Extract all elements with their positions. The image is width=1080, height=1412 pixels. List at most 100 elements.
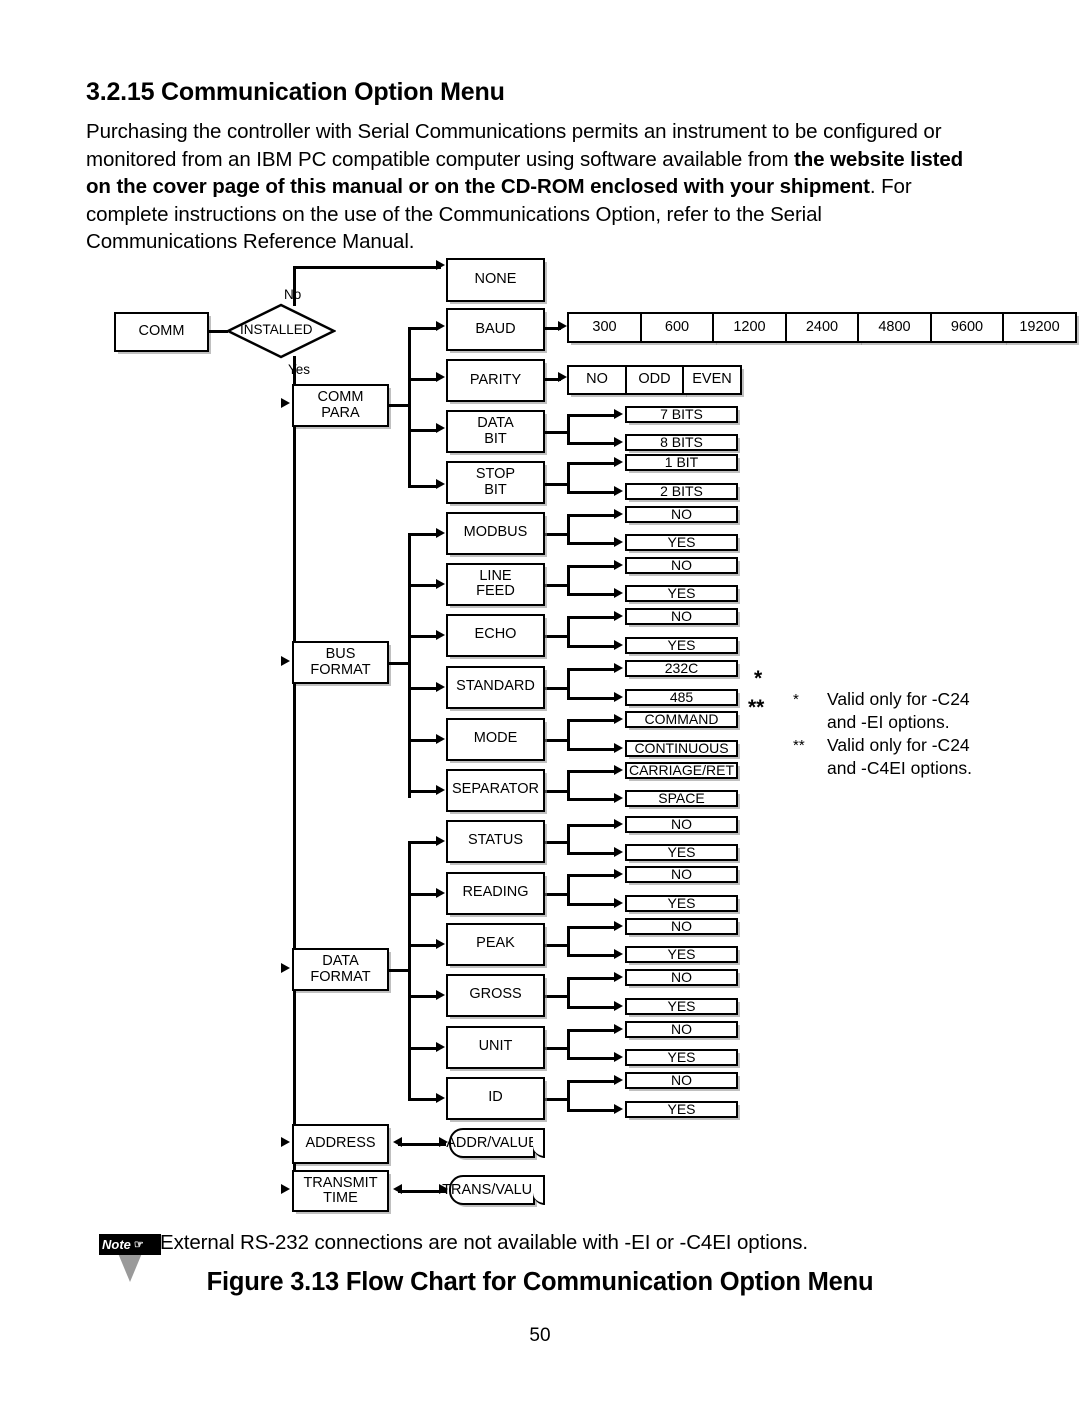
fork-arrow (614, 536, 623, 547)
fork-arrow (614, 818, 623, 829)
fork-arm (567, 414, 617, 417)
line-to-reading (408, 893, 438, 896)
node-addr-value: ADDR/VALUE (446, 1128, 538, 1158)
fork-arm (567, 770, 617, 773)
fork-arrow (614, 456, 623, 467)
fork-stub (545, 533, 567, 536)
fork-arm (567, 697, 617, 700)
node-unit: UNIT (446, 1025, 545, 1069)
option-id: YES (625, 1100, 738, 1118)
node-data-format: DATA FORMAT (292, 948, 389, 991)
arrow-to-stop-bit (436, 479, 445, 489)
fork-arm (567, 645, 617, 648)
fork-arrow (614, 508, 623, 519)
fork-arm (567, 903, 617, 906)
line-to-mode (408, 739, 438, 742)
fork-arrow (614, 662, 623, 673)
option-reading: NO (625, 865, 738, 883)
fork-arm (567, 719, 617, 722)
fork-bar (567, 719, 570, 748)
fork-arrow (614, 639, 623, 650)
fork-arrow (614, 1074, 623, 1085)
fork-arrow (614, 408, 623, 419)
arrow-address-left (393, 1137, 402, 1147)
line-comm-para-bus (408, 327, 411, 487)
fork-arrow (614, 1000, 623, 1011)
fork-arm (567, 874, 617, 877)
node-transmit-time-label: TRANSMIT TIME (303, 1174, 378, 1206)
arrow-to-standard (436, 681, 445, 692)
option-line_feed: NO (625, 556, 738, 574)
option-unit: NO (625, 1020, 738, 1038)
fork-arm (567, 462, 617, 465)
option-mode: CONTINUOUS (625, 739, 738, 757)
legend-text: Valid only for -C24 and -C4EI options. (827, 735, 972, 778)
fork-stub (545, 687, 567, 690)
arrow-transmit (281, 1184, 290, 1194)
fork-arrow (614, 868, 623, 879)
line-to-echo (408, 635, 438, 638)
arrow-comm-para (281, 398, 290, 408)
fork-stub (545, 739, 567, 742)
arrow-to-mode (436, 733, 445, 744)
legend-row: * Valid only for -C24 and -EI options. (793, 688, 972, 734)
option-modbus: NO (625, 505, 738, 523)
fork-arrow (614, 792, 623, 803)
fork-arm (567, 542, 617, 545)
line-data-format-out (388, 969, 410, 972)
legend: * Valid only for -C24 and -EI options. ** Va… (793, 688, 972, 780)
node-standard: STANDARD (446, 665, 545, 709)
fork-arm (567, 824, 617, 827)
fork-bar (567, 514, 570, 542)
line-comm-to-decision (208, 330, 228, 333)
arrow-to-unit (436, 1041, 445, 1052)
arrow-transmit-left (393, 1184, 402, 1194)
option-standard: 232C (625, 659, 738, 677)
fork-bar (567, 977, 570, 1006)
note-badge: Note ☞ (99, 1234, 161, 1255)
parity-cell: EVEN (682, 365, 742, 395)
fork-bar (567, 1029, 570, 1057)
fork-stub (545, 841, 567, 844)
pointing-hand-icon: ☞ (133, 1239, 144, 1251)
fork-arrow (614, 587, 623, 598)
line-to-peak (408, 944, 438, 947)
option-status: NO (625, 815, 738, 833)
node-comm-para: COMM PARA (292, 384, 389, 427)
line-to-modbus (408, 533, 438, 536)
option-stop_bit: 2 BITS (625, 482, 738, 500)
fork-bar (567, 565, 570, 593)
fork-arrow (614, 559, 623, 570)
node-data-format-label: DATA FORMAT (310, 953, 371, 985)
node-id: ID (446, 1076, 545, 1120)
option-mode: COMMAND (625, 710, 738, 728)
fork-arrow (614, 1103, 623, 1114)
option-reading: YES (625, 894, 738, 912)
option-id: NO (625, 1071, 738, 1089)
parity-cell: NO (567, 365, 627, 395)
arrow-baud-values (558, 321, 567, 331)
option-peak: YES (625, 945, 738, 963)
fork-arm (567, 852, 617, 855)
fork-arm (567, 748, 617, 751)
option-gross: YES (625, 997, 738, 1015)
line-to-standard (408, 687, 438, 690)
fork-bar (567, 1080, 570, 1109)
line-comm-para-out (388, 404, 410, 407)
fork-stub (545, 584, 567, 587)
line-to-parity (408, 378, 438, 381)
node-comm-para-label: COMM PARA (317, 389, 364, 421)
line-no-up (293, 266, 296, 306)
node-mode: MODE (446, 717, 545, 761)
option-data_bit: 8 BITS (625, 433, 738, 451)
fork-arm (567, 954, 617, 957)
arrow-to-separator (436, 784, 445, 795)
baud-cell: 9600 (929, 312, 1005, 343)
line-no-right (293, 266, 441, 269)
node-reading: READING (446, 871, 545, 915)
line-to-unit (408, 1047, 438, 1050)
baud-cell: 1200 (712, 312, 787, 343)
arrow-to-peak (436, 938, 445, 949)
note-badge-label: Note (102, 1237, 131, 1252)
addr-value-tail (533, 1128, 545, 1158)
